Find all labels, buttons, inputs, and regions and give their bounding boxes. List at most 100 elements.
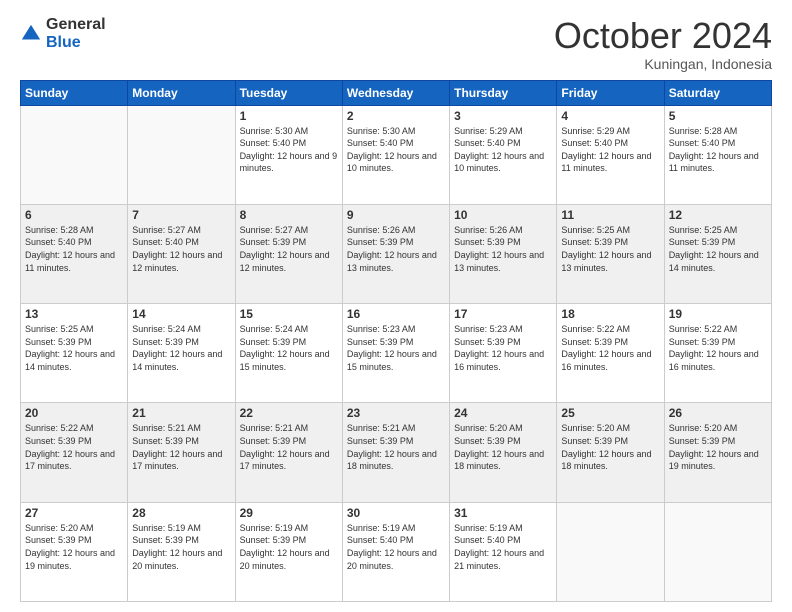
day-info: Sunrise: 5:25 AM Sunset: 5:39 PM Dayligh… bbox=[561, 224, 659, 274]
day-number: 28 bbox=[132, 506, 230, 520]
day-number: 1 bbox=[240, 109, 338, 123]
day-number: 30 bbox=[347, 506, 445, 520]
day-cell bbox=[128, 105, 235, 204]
day-info: Sunrise: 5:25 AM Sunset: 5:39 PM Dayligh… bbox=[25, 323, 123, 373]
day-cell bbox=[557, 502, 664, 601]
day-cell: 10 Sunrise: 5:26 AM Sunset: 5:39 PM Dayli… bbox=[450, 204, 557, 303]
day-cell: 23 Sunrise: 5:21 AM Sunset: 5:39 PM Dayli… bbox=[342, 403, 449, 502]
day-number: 22 bbox=[240, 406, 338, 420]
day-info: Sunrise: 5:19 AM Sunset: 5:39 PM Dayligh… bbox=[240, 522, 338, 572]
day-info: Sunrise: 5:26 AM Sunset: 5:39 PM Dayligh… bbox=[347, 224, 445, 274]
day-number: 12 bbox=[669, 208, 767, 222]
day-cell: 18 Sunrise: 5:22 AM Sunset: 5:39 PM Dayli… bbox=[557, 304, 664, 403]
day-cell: 14 Sunrise: 5:24 AM Sunset: 5:39 PM Dayli… bbox=[128, 304, 235, 403]
day-info: Sunrise: 5:24 AM Sunset: 5:39 PM Dayligh… bbox=[132, 323, 230, 373]
day-info: Sunrise: 5:28 AM Sunset: 5:40 PM Dayligh… bbox=[25, 224, 123, 274]
day-number: 6 bbox=[25, 208, 123, 222]
day-number: 5 bbox=[669, 109, 767, 123]
day-info: Sunrise: 5:29 AM Sunset: 5:40 PM Dayligh… bbox=[454, 125, 552, 175]
day-info: Sunrise: 5:23 AM Sunset: 5:39 PM Dayligh… bbox=[454, 323, 552, 373]
day-info: Sunrise: 5:19 AM Sunset: 5:39 PM Dayligh… bbox=[132, 522, 230, 572]
day-info: Sunrise: 5:20 AM Sunset: 5:39 PM Dayligh… bbox=[561, 422, 659, 472]
col-header-wednesday: Wednesday bbox=[342, 80, 449, 105]
day-cell: 17Sunrise: 5:23 AM Sunset: 5:39 PM Dayli… bbox=[450, 304, 557, 403]
day-number: 4 bbox=[561, 109, 659, 123]
week-row-2: 6 Sunrise: 5:28 AM Sunset: 5:40 PM Daylig… bbox=[21, 204, 772, 303]
day-info: Sunrise: 5:30 AM Sunset: 5:40 PM Dayligh… bbox=[347, 125, 445, 175]
calendar: SundayMondayTuesdayWednesdayThursdayFrid… bbox=[20, 80, 772, 602]
page: General Blue October 2024 Kuningan, Indo… bbox=[0, 0, 792, 612]
day-number: 27 bbox=[25, 506, 123, 520]
day-cell: 30 Sunrise: 5:19 AM Sunset: 5:40 PM Dayli… bbox=[342, 502, 449, 601]
day-cell: 15Sunrise: 5:24 AM Sunset: 5:39 PM Dayli… bbox=[235, 304, 342, 403]
day-cell: 11 Sunrise: 5:25 AM Sunset: 5:39 PM Dayli… bbox=[557, 204, 664, 303]
day-number: 24 bbox=[454, 406, 552, 420]
calendar-header-row: SundayMondayTuesdayWednesdayThursdayFrid… bbox=[21, 80, 772, 105]
day-cell: 7Sunrise: 5:27 AM Sunset: 5:40 PM Daylig… bbox=[128, 204, 235, 303]
day-number: 23 bbox=[347, 406, 445, 420]
day-info: Sunrise: 5:19 AM Sunset: 5:40 PM Dayligh… bbox=[347, 522, 445, 572]
day-info: Sunrise: 5:19 AM Sunset: 5:40 PM Dayligh… bbox=[454, 522, 552, 572]
day-number: 26 bbox=[669, 406, 767, 420]
col-header-friday: Friday bbox=[557, 80, 664, 105]
title-block: October 2024 Kuningan, Indonesia bbox=[554, 16, 772, 72]
week-row-4: 20Sunrise: 5:22 AM Sunset: 5:39 PM Dayli… bbox=[21, 403, 772, 502]
day-cell: 2 Sunrise: 5:30 AM Sunset: 5:40 PM Daylig… bbox=[342, 105, 449, 204]
day-info: Sunrise: 5:27 AM Sunset: 5:40 PM Dayligh… bbox=[132, 224, 230, 274]
day-cell: 8Sunrise: 5:27 AM Sunset: 5:39 PM Daylig… bbox=[235, 204, 342, 303]
day-info: Sunrise: 5:22 AM Sunset: 5:39 PM Dayligh… bbox=[25, 422, 123, 472]
day-number: 31 bbox=[454, 506, 552, 520]
day-info: Sunrise: 5:22 AM Sunset: 5:39 PM Dayligh… bbox=[561, 323, 659, 373]
day-cell: 9 Sunrise: 5:26 AM Sunset: 5:39 PM Daylig… bbox=[342, 204, 449, 303]
day-cell: 3Sunrise: 5:29 AM Sunset: 5:40 PM Daylig… bbox=[450, 105, 557, 204]
day-cell: 5 Sunrise: 5:28 AM Sunset: 5:40 PM Daylig… bbox=[664, 105, 771, 204]
day-info: Sunrise: 5:21 AM Sunset: 5:39 PM Dayligh… bbox=[240, 422, 338, 472]
col-header-tuesday: Tuesday bbox=[235, 80, 342, 105]
col-header-sunday: Sunday bbox=[21, 80, 128, 105]
day-number: 25 bbox=[561, 406, 659, 420]
logo: General Blue bbox=[20, 16, 106, 51]
day-cell: 28 Sunrise: 5:19 AM Sunset: 5:39 PM Dayli… bbox=[128, 502, 235, 601]
day-info: Sunrise: 5:29 AM Sunset: 5:40 PM Dayligh… bbox=[561, 125, 659, 175]
day-number: 19 bbox=[669, 307, 767, 321]
col-header-saturday: Saturday bbox=[664, 80, 771, 105]
day-info: Sunrise: 5:28 AM Sunset: 5:40 PM Dayligh… bbox=[669, 125, 767, 175]
week-row-1: 1 Sunrise: 5:30 AM Sunset: 5:40 PM Daylig… bbox=[21, 105, 772, 204]
day-info: Sunrise: 5:21 AM Sunset: 5:39 PM Dayligh… bbox=[132, 422, 230, 472]
logo-general: General bbox=[46, 16, 106, 34]
day-info: Sunrise: 5:26 AM Sunset: 5:39 PM Dayligh… bbox=[454, 224, 552, 274]
day-info: Sunrise: 5:20 AM Sunset: 5:39 PM Dayligh… bbox=[454, 422, 552, 472]
day-number: 8 bbox=[240, 208, 338, 222]
day-info: Sunrise: 5:23 AM Sunset: 5:39 PM Dayligh… bbox=[347, 323, 445, 373]
day-number: 29 bbox=[240, 506, 338, 520]
day-number: 2 bbox=[347, 109, 445, 123]
day-cell: 13Sunrise: 5:25 AM Sunset: 5:39 PM Dayli… bbox=[21, 304, 128, 403]
day-number: 18 bbox=[561, 307, 659, 321]
day-info: Sunrise: 5:25 AM Sunset: 5:39 PM Dayligh… bbox=[669, 224, 767, 274]
col-header-thursday: Thursday bbox=[450, 80, 557, 105]
day-number: 15 bbox=[240, 307, 338, 321]
day-cell: 22 Sunrise: 5:21 AM Sunset: 5:39 PM Dayli… bbox=[235, 403, 342, 502]
logo-blue: Blue bbox=[46, 34, 106, 52]
day-info: Sunrise: 5:20 AM Sunset: 5:39 PM Dayligh… bbox=[25, 522, 123, 572]
day-number: 21 bbox=[132, 406, 230, 420]
day-cell: 1 Sunrise: 5:30 AM Sunset: 5:40 PM Daylig… bbox=[235, 105, 342, 204]
day-number: 10 bbox=[454, 208, 552, 222]
week-row-3: 13Sunrise: 5:25 AM Sunset: 5:39 PM Dayli… bbox=[21, 304, 772, 403]
location: Kuningan, Indonesia bbox=[554, 56, 772, 72]
day-info: Sunrise: 5:30 AM Sunset: 5:40 PM Dayligh… bbox=[240, 125, 338, 175]
day-cell: 6 Sunrise: 5:28 AM Sunset: 5:40 PM Daylig… bbox=[21, 204, 128, 303]
day-cell: 31 Sunrise: 5:19 AM Sunset: 5:40 PM Dayli… bbox=[450, 502, 557, 601]
day-number: 9 bbox=[347, 208, 445, 222]
day-cell: 27 Sunrise: 5:20 AM Sunset: 5:39 PM Dayli… bbox=[21, 502, 128, 601]
logo-text: General Blue bbox=[46, 16, 106, 51]
day-cell: 16Sunrise: 5:23 AM Sunset: 5:39 PM Dayli… bbox=[342, 304, 449, 403]
day-cell: 19Sunrise: 5:22 AM Sunset: 5:39 PM Dayli… bbox=[664, 304, 771, 403]
day-info: Sunrise: 5:21 AM Sunset: 5:39 PM Dayligh… bbox=[347, 422, 445, 472]
day-cell: 20Sunrise: 5:22 AM Sunset: 5:39 PM Dayli… bbox=[21, 403, 128, 502]
day-cell: 4 Sunrise: 5:29 AM Sunset: 5:40 PM Daylig… bbox=[557, 105, 664, 204]
day-number: 14 bbox=[132, 307, 230, 321]
day-number: 11 bbox=[561, 208, 659, 222]
day-cell: 25 Sunrise: 5:20 AM Sunset: 5:39 PM Dayli… bbox=[557, 403, 664, 502]
col-header-monday: Monday bbox=[128, 80, 235, 105]
